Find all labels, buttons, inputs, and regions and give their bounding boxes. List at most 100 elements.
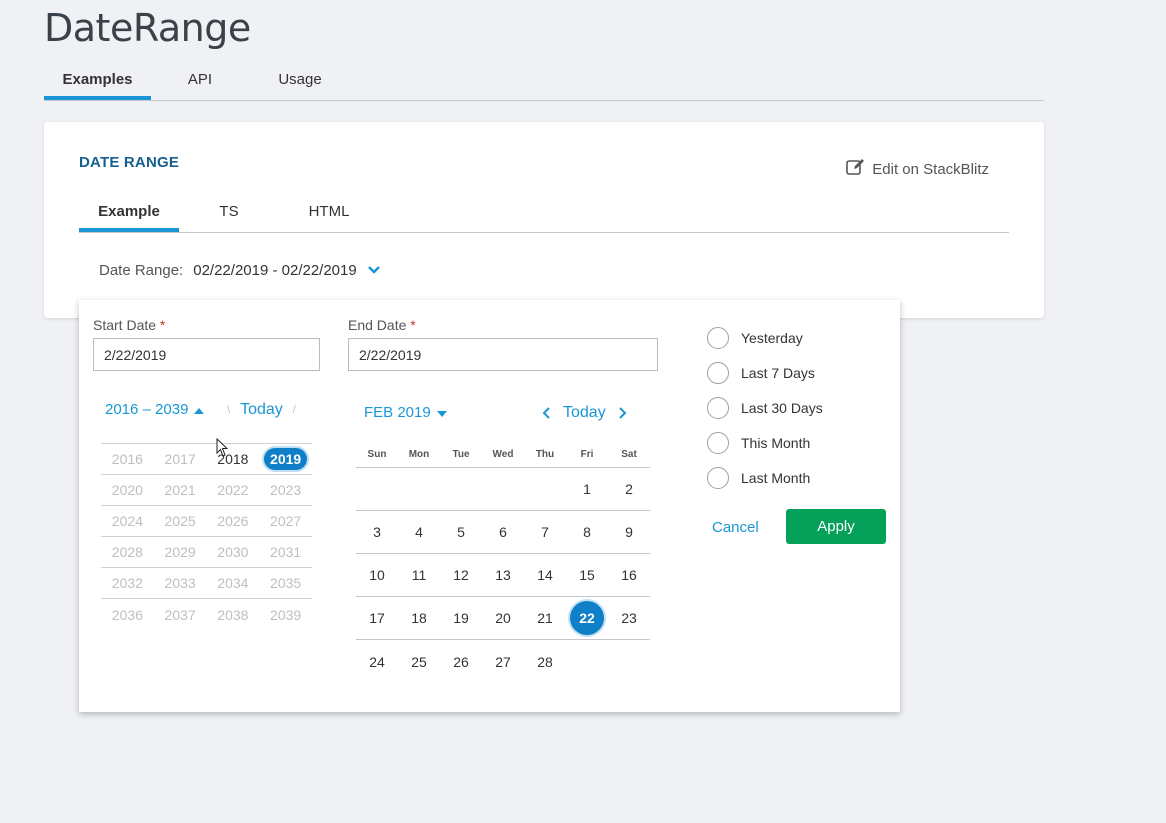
radio-button[interactable]: [707, 396, 729, 419]
day-cell[interactable]: 4: [398, 511, 440, 553]
day-cell[interactable]: 2: [608, 468, 650, 510]
chevron-right-icon[interactable]: [618, 406, 628, 420]
radio-button[interactable]: [707, 431, 729, 454]
caret-down-icon: [436, 404, 447, 421]
tab-examples[interactable]: Examples: [44, 62, 151, 100]
chevron-left-icon[interactable]: [541, 406, 551, 420]
year-cell[interactable]: 2021: [154, 475, 207, 505]
year-prev-button[interactable]: \: [227, 404, 230, 416]
preset-yesterday[interactable]: Yesterday: [707, 320, 823, 355]
day-cell[interactable]: 5: [440, 511, 482, 553]
year-cell[interactable]: 2023: [259, 475, 312, 505]
year-cell[interactable]: 2033: [154, 568, 207, 598]
day-cell-empty: [482, 468, 524, 510]
day-cell[interactable]: 16: [608, 554, 650, 596]
day-cell[interactable]: 18: [398, 597, 440, 639]
day-cell[interactable]: 17: [356, 597, 398, 639]
day-cell[interactable]: 25: [398, 640, 440, 683]
preset-label: Last 30 Days: [741, 399, 823, 416]
year-today-button[interactable]: Today: [240, 401, 283, 419]
day-cell[interactable]: 28: [524, 640, 566, 683]
year-cell[interactable]: 2022: [207, 475, 260, 505]
day-cell[interactable]: 14: [524, 554, 566, 596]
month-toggle[interactable]: FEB 2019: [364, 404, 447, 421]
radio-button[interactable]: [707, 466, 729, 489]
date-range-toggle[interactable]: Date Range: 02/22/2019 - 02/22/2019: [99, 262, 381, 279]
day-cell[interactable]: 8: [566, 511, 608, 553]
preset-label: This Month: [741, 434, 811, 451]
year-cell[interactable]: 2026: [207, 506, 260, 536]
year-cell[interactable]: 2030: [207, 537, 260, 567]
day-cell[interactable]: 1: [566, 468, 608, 510]
year-cell-current[interactable]: 2018: [207, 444, 260, 474]
weekday-label: Sun: [367, 449, 387, 460]
year-cell[interactable]: 2029: [154, 537, 207, 567]
year-cell[interactable]: 2032: [101, 568, 154, 598]
day-cell[interactable]: 3: [356, 511, 398, 553]
day-cell-empty: [524, 468, 566, 510]
year-cell[interactable]: 2017: [154, 444, 207, 474]
day-cell[interactable]: 11: [398, 554, 440, 596]
day-cell[interactable]: 23: [608, 597, 650, 639]
mouse-cursor-icon: [216, 437, 230, 463]
year-row: 2020 2021 2022 2023: [101, 475, 312, 506]
year-cell[interactable]: 2036: [101, 599, 154, 630]
day-cell[interactable]: 24: [356, 640, 398, 683]
year-cell[interactable]: 2038: [207, 599, 260, 630]
radio-button[interactable]: [707, 361, 729, 384]
year-cell[interactable]: 2020: [101, 475, 154, 505]
year-next-button[interactable]: /: [293, 404, 296, 416]
year-cell[interactable]: 2028: [101, 537, 154, 567]
apply-button[interactable]: Apply: [786, 509, 886, 544]
preset-last-7-days[interactable]: Last 7 Days: [707, 355, 823, 390]
month-today-button[interactable]: Today: [563, 404, 606, 422]
tab-api[interactable]: API: [172, 62, 228, 100]
year-cell[interactable]: 2025: [154, 506, 207, 536]
month-calendar: Sun Mon Tue Wed Thu Fri Sat 1 2 3 4 5 6 …: [356, 446, 650, 683]
day-cell[interactable]: 21: [524, 597, 566, 639]
year-range-label: 2016 – 2039: [105, 401, 189, 418]
day-cell-selected[interactable]: 22: [566, 597, 608, 639]
start-date-input[interactable]: [93, 338, 320, 371]
day-cell[interactable]: 10: [356, 554, 398, 596]
day-cell[interactable]: 12: [440, 554, 482, 596]
weekday-label: Tue: [452, 449, 470, 460]
day-cell[interactable]: 19: [440, 597, 482, 639]
year-cell[interactable]: 2035: [259, 568, 312, 598]
day-cell[interactable]: 27: [482, 640, 524, 683]
weekday-header: Sun Mon Tue Wed Thu Fri Sat: [356, 446, 650, 468]
year-cell[interactable]: 2024: [101, 506, 154, 536]
year-cell[interactable]: 2031: [259, 537, 312, 567]
year-range-toggle[interactable]: 2016 – 2039: [105, 401, 205, 418]
day-cell[interactable]: 9: [608, 511, 650, 553]
page-title: DateRange: [44, 6, 251, 50]
day-cell[interactable]: 13: [482, 554, 524, 596]
year-cell[interactable]: 2037: [154, 599, 207, 630]
tab-ts[interactable]: TS: [209, 196, 249, 232]
week-row: 3 4 5 6 7 8 9: [356, 511, 650, 554]
year-cell[interactable]: 2034: [207, 568, 260, 598]
year-cell[interactable]: 2016: [101, 444, 154, 474]
preset-last-30-days[interactable]: Last 30 Days: [707, 390, 823, 425]
radio-button[interactable]: [707, 326, 729, 349]
edit-on-stackblitz-link[interactable]: Edit on StackBlitz: [846, 158, 989, 180]
tab-html[interactable]: HTML: [301, 196, 357, 232]
tab-example[interactable]: Example: [79, 196, 179, 232]
day-cell[interactable]: 6: [482, 511, 524, 553]
day-cell[interactable]: 15: [566, 554, 608, 596]
end-date-input[interactable]: [348, 338, 658, 371]
example-tab-bar: Example TS HTML: [79, 196, 1009, 233]
tab-usage[interactable]: Usage: [270, 62, 330, 100]
cancel-button[interactable]: Cancel: [712, 519, 759, 536]
end-date-label-text: End Date: [348, 317, 407, 333]
day-cell[interactable]: 26: [440, 640, 482, 683]
weekday-label: Thu: [535, 449, 555, 460]
day-cell-empty: [608, 640, 650, 683]
day-cell[interactable]: 7: [524, 511, 566, 553]
preset-this-month[interactable]: This Month: [707, 425, 823, 460]
year-cell[interactable]: 2027: [259, 506, 312, 536]
day-cell[interactable]: 20: [482, 597, 524, 639]
preset-last-month[interactable]: Last Month: [707, 460, 823, 495]
year-cell-selected[interactable]: 2019: [259, 444, 312, 474]
year-cell[interactable]: 2039: [259, 599, 312, 630]
